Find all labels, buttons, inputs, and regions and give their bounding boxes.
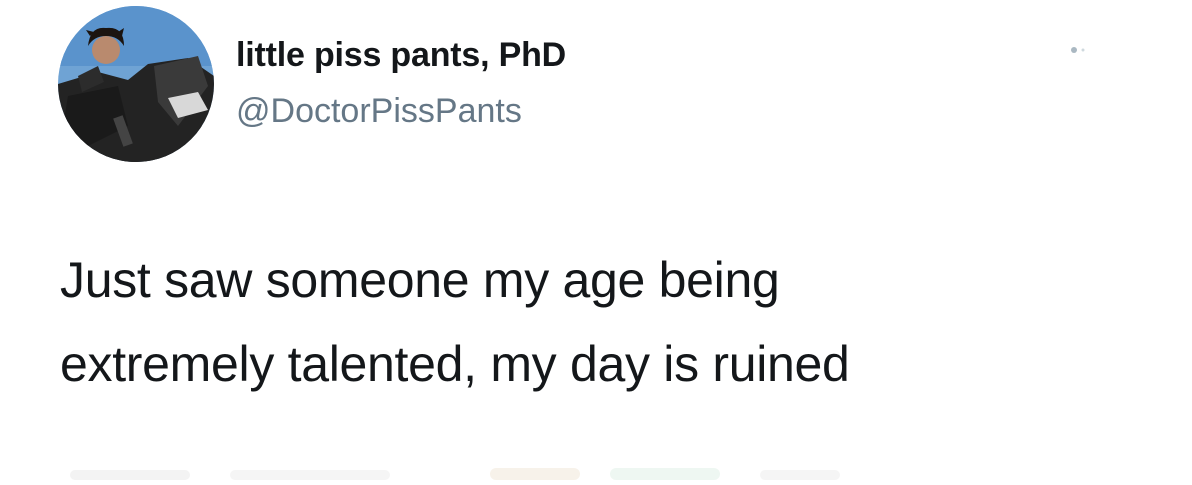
cropped-icons [70,468,840,480]
display-name[interactable]: little piss pants, PhD [236,36,566,75]
cropped-content-strip [70,462,850,480]
avatar-photo-icon [58,6,214,162]
user-handle[interactable]: @DoctorPissPants [236,92,522,131]
avatar[interactable] [58,6,214,162]
tweet-text: Just saw someone my age being extremely … [60,238,1140,406]
tweet-text-line: extremely talented, my day is ruined [60,336,850,392]
tweet-card: little piss pants, PhD @DoctorPissPants … [0,0,1192,480]
ellipsis-icon [1071,47,1085,53]
tweet-text-line: Just saw someone my age being [60,252,780,308]
more-options-icon[interactable] [1066,42,1090,58]
